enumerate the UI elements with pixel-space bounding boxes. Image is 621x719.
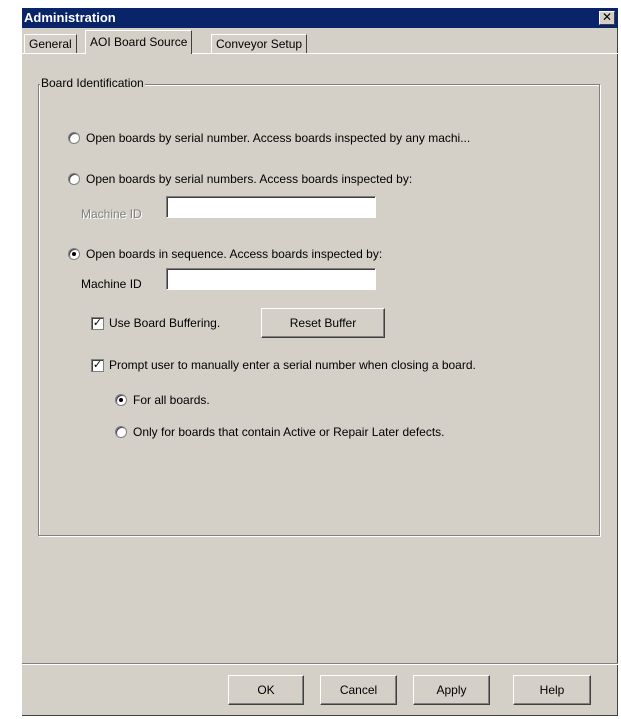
check-icon[interactable]: ✓ — [91, 317, 104, 330]
tab-conveyor-setup[interactable]: Conveyor Setup — [211, 34, 308, 54]
help-button-label: Help — [539, 683, 565, 697]
bottom-separator — [22, 663, 618, 665]
help-button[interactable]: Help — [513, 675, 591, 705]
title-bar: Administration ✕ — [22, 8, 618, 28]
radio-label: Only for boards that contain Active or R… — [133, 425, 445, 439]
close-icon[interactable]: ✕ — [599, 11, 615, 25]
check-icon[interactable]: ✓ — [91, 359, 104, 372]
machine-id-field[interactable] — [166, 268, 376, 290]
ok-button-label: OK — [257, 683, 275, 697]
group-title: Board Identification — [40, 76, 145, 90]
checkbox-label: Prompt user to manually enter a serial n… — [109, 358, 476, 372]
apply-button[interactable]: Apply — [413, 675, 490, 705]
machine-id-label: Machine ID — [81, 277, 142, 291]
radio-icon[interactable] — [68, 173, 80, 185]
tab-aoi-board-source[interactable]: AOI Board Source — [85, 30, 193, 54]
checkbox-label: Use Board Buffering. — [109, 316, 221, 330]
machine-id-label-disabled: Machine ID — [81, 207, 142, 221]
radio-icon[interactable] — [68, 132, 80, 144]
tab-panel: Board Identification Open boards by seri… — [22, 53, 618, 663]
radio-icon-selected[interactable] — [115, 394, 127, 406]
machine-id-field-disabled[interactable] — [166, 196, 376, 218]
cancel-button-label: Cancel — [339, 683, 378, 697]
tab-general[interactable]: General — [24, 34, 77, 54]
apply-button-label: Apply — [436, 683, 467, 697]
radio-icon-selected[interactable] — [68, 248, 80, 260]
radio-label: For all boards. — [133, 393, 210, 407]
radio-label: Open boards in sequence. Access boards i… — [86, 247, 383, 261]
tab-strip: General AOI Board Source Conveyor Setup — [22, 30, 618, 54]
window-title: Administration — [24, 10, 116, 25]
reset-buffer-button[interactable]: Reset Buffer — [261, 308, 385, 338]
cancel-button[interactable]: Cancel — [320, 675, 397, 705]
radio-label: Open boards by serial numbers. Access bo… — [86, 172, 413, 186]
radio-icon[interactable] — [115, 426, 127, 438]
ok-button[interactable]: OK — [228, 675, 304, 705]
administration-dialog: Administration ✕ General AOI Board Sourc… — [22, 8, 618, 716]
radio-label: Open boards by serial number. Access boa… — [86, 131, 471, 145]
